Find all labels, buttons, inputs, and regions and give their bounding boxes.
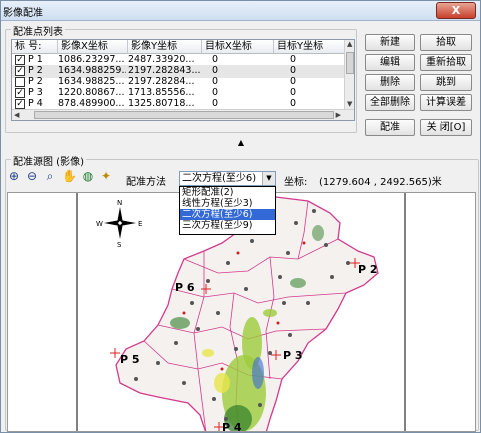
method-dropdown: 矩形配准(2) 线性方程(至少3) 二次方程(至少6) 三次方程(至少9) [179,186,276,235]
method-select-value: 二次方程(至少6) [182,173,257,184]
delete-all-button[interactable]: 全部删除 [365,94,415,111]
panel-splitter[interactable]: ▲ [5,139,477,147]
chevron-down-icon[interactable]: ▼ [262,172,275,185]
vscroll-thumb[interactable] [346,52,354,74]
points-group-title: 配准点列表 [11,23,65,38]
row-checkbox[interactable] [15,77,25,87]
collapse-up-icon[interactable]: ▲ [238,138,244,147]
new-button[interactable]: 新建 [365,34,415,51]
col-tgt-y[interactable]: 目标Y坐标 [274,40,346,54]
method-label: 配准方法 [126,177,166,188]
zoom-in-icon[interactable]: ⊕ [7,169,21,183]
compass-east: E [138,220,142,228]
north-arrow-icon: N S E W [96,199,142,249]
point-label-p6: P 6 [175,281,195,294]
method-option[interactable]: 三次方程(至少9) [180,220,275,231]
row-checkbox[interactable]: ✓ [15,88,25,98]
title-bar: 影像配准 X [1,1,480,21]
method-select[interactable]: 二次方程(至少6) ▼ [179,171,276,186]
refresh-icon[interactable]: ◍ [81,169,95,183]
compass-south: S [117,241,122,249]
point-label-p2: P 2 [358,263,378,276]
window-title: 影像配准 [3,8,43,19]
close-button[interactable]: 关 闭[O] [420,119,472,136]
register-button[interactable]: 配准 [365,119,415,136]
source-group-title: 配准源图 (影像) [11,153,86,168]
pick-point-icon[interactable]: ✦ [99,169,113,183]
zoom-out-icon[interactable]: ⊖ [25,169,39,183]
window-close-button[interactable]: X [436,2,476,19]
delete-button[interactable]: 删除 [365,74,415,91]
goto-button[interactable]: 跳到 [420,74,472,91]
row-checkbox[interactable]: ✓ [15,55,25,65]
compass-west: W [96,220,103,228]
method-option[interactable]: 线性方程(至少3) [180,198,275,209]
repick-button[interactable]: 重新拾取 [420,54,472,71]
point-label-p5: P 5 [120,353,140,366]
col-id[interactable]: 标 号: [12,40,58,54]
list-hscrollbar[interactable]: ◀ ▶ [12,109,354,120]
hscroll-thumb[interactable] [34,111,334,119]
zoom-extent-icon[interactable]: ⌕ [43,169,57,183]
list-header: 标 号: 影像X坐标 影像Y坐标 目标X坐标 目标Y坐标 [12,40,346,54]
col-img-x[interactable]: 影像X坐标 [58,40,128,54]
row-checkbox[interactable]: ✓ [15,99,25,109]
calc-error-button[interactable]: 计算误差 [420,94,472,111]
col-tgt-x[interactable]: 目标X坐标 [202,40,274,54]
pick-button[interactable]: 拾取 [420,34,472,51]
registration-window: 影像配准 X 配准点列表 标 号: 影像X坐标 影像Y坐标 目标X坐标 目标Y坐… [0,0,481,433]
edit-button[interactable]: 编辑 [365,54,415,71]
point-label-p4: P 4 [222,421,242,432]
list-vscrollbar[interactable]: ▲ ▼ [344,40,354,110]
points-list[interactable]: 标 号: 影像X坐标 影像Y坐标 目标X坐标 目标Y坐标 ✓ P 1 1086.23… [11,39,355,121]
point-label-p3: P 3 [283,349,303,362]
coord-readout: (1279.604 , 2492.565)米 [319,177,442,188]
method-option[interactable]: 矩形配准(2) [180,187,275,198]
pan-hand-icon[interactable]: ✋ [62,169,77,183]
row-checkbox[interactable]: ✓ [15,66,25,76]
coord-label: 坐标: [284,177,308,188]
compass-north: N [117,199,122,207]
method-option-selected[interactable]: 二次方程(至少6) [180,209,275,220]
col-img-y[interactable]: 影像Y坐标 [128,40,202,54]
